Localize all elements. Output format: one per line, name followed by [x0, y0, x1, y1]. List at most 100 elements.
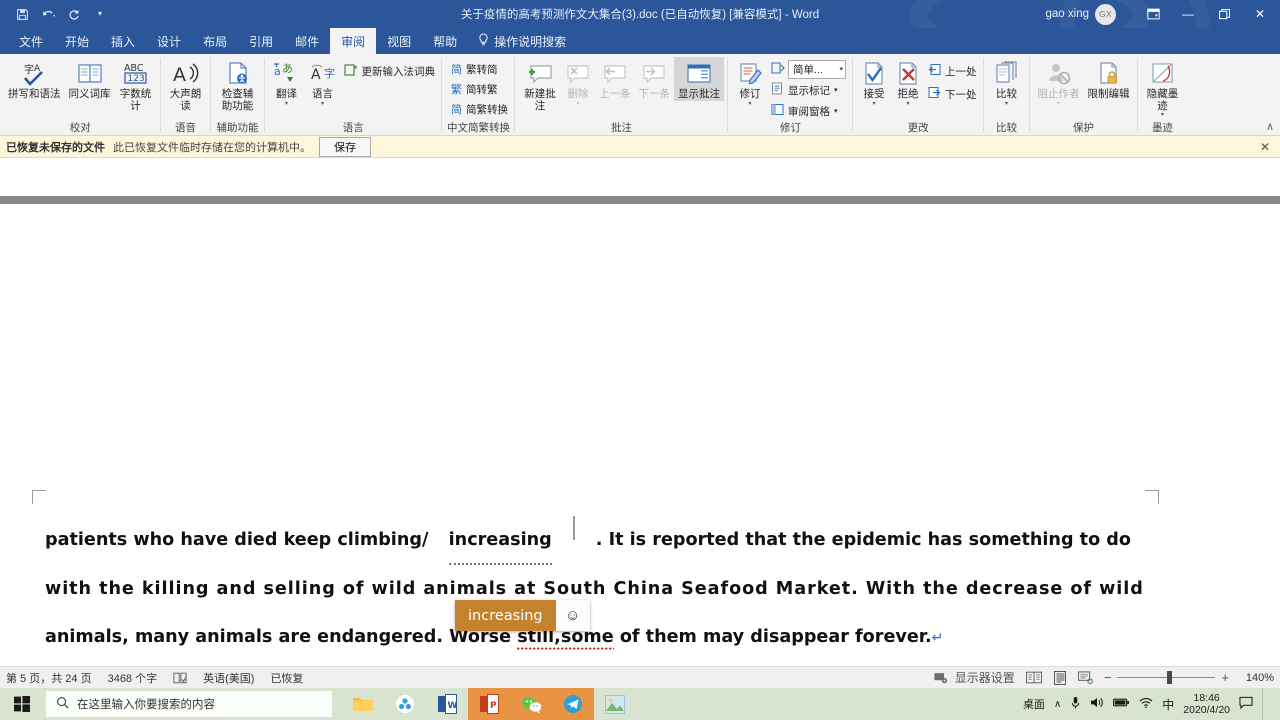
- tab-insert[interactable]: 插入: [100, 28, 146, 54]
- check-accessibility-button[interactable]: 检查辅助功能: [215, 57, 261, 112]
- save-button[interactable]: 保存: [319, 136, 371, 157]
- previous-comment-button[interactable]: 上一条: [595, 57, 635, 101]
- simp-to-trad-button[interactable]: 繁 简转繁: [448, 79, 501, 99]
- simp-trad-convert-button[interactable]: 简 简繁转换: [448, 99, 511, 119]
- new-comment-button[interactable]: 新建批注: [519, 57, 561, 112]
- block-authors-button[interactable]: 阻止作者 ▾: [1034, 57, 1084, 108]
- read-mode-icon[interactable]: [1025, 671, 1042, 684]
- language-button[interactable]: A字 语言 ▾: [305, 57, 341, 108]
- save-icon[interactable]: [10, 3, 34, 25]
- reviewing-pane-button[interactable]: 审阅窗格 ▾: [768, 101, 849, 121]
- account-name[interactable]: gao xing: [1046, 8, 1089, 20]
- hide-ink-button[interactable]: 隐藏墨迹 ▾: [1142, 57, 1184, 119]
- avatar[interactable]: GX: [1095, 3, 1116, 25]
- language-indicator[interactable]: 英语(美国): [203, 670, 254, 686]
- word-count-indicator[interactable]: 3468 个字: [108, 670, 158, 686]
- restrict-editing-button[interactable]: 限制编辑: [1084, 57, 1134, 101]
- print-layout-icon[interactable]: [1053, 670, 1067, 685]
- tab-file[interactable]: 文件: [8, 28, 54, 54]
- wifi-icon[interactable]: [1139, 697, 1153, 712]
- chevron-down-icon[interactable]: ▾: [839, 65, 843, 73]
- recovered-indicator[interactable]: 已恢复: [270, 670, 303, 686]
- wechat-icon[interactable]: [510, 688, 552, 720]
- accept-caret-icon[interactable]: ▾: [872, 101, 875, 108]
- web-layout-icon[interactable]: [1077, 671, 1093, 684]
- zoom-out-button[interactable]: −: [1104, 670, 1112, 685]
- powerpoint-icon[interactable]: P: [468, 688, 510, 720]
- proofing-errors-icon[interactable]: [173, 672, 187, 684]
- thesaurus-button[interactable]: 同义词库: [65, 57, 115, 101]
- read-aloud-button[interactable]: A 大声朗读: [165, 57, 207, 112]
- hide-ink-caret-icon[interactable]: ▾: [1161, 112, 1164, 119]
- translate-button[interactable]: aあ 翻译 ▾: [269, 57, 305, 108]
- redo-icon[interactable]: [62, 3, 86, 25]
- tab-home[interactable]: 开始: [54, 28, 100, 54]
- undo-icon[interactable]: [36, 3, 60, 25]
- zoom-level[interactable]: 140%: [1240, 672, 1274, 684]
- microphone-icon[interactable]: [1070, 696, 1081, 713]
- misspelled-word-increasing[interactable]: increasing: [448, 516, 552, 565]
- clock[interactable]: 18:46 2020/4/20: [1183, 692, 1230, 716]
- spelling-grammar-button[interactable]: 字A 拼写和语法: [4, 57, 65, 101]
- previous-change-button[interactable]: 上一处: [925, 61, 980, 81]
- suggestion-word[interactable]: increasing: [455, 600, 556, 631]
- compare-button[interactable]: 比较 ▾: [988, 57, 1026, 108]
- display-settings[interactable]: 显示器设置: [934, 669, 1015, 686]
- delete-comment-button[interactable]: 删除 ▾: [561, 57, 595, 108]
- close-button[interactable]: ✕: [1242, 0, 1278, 28]
- zoom-in-button[interactable]: +: [1221, 670, 1229, 685]
- minimize-button[interactable]: —: [1170, 0, 1206, 28]
- photos-icon[interactable]: [594, 688, 636, 720]
- tab-layout[interactable]: 布局: [192, 28, 238, 54]
- trad-to-simp-button[interactable]: 简 繁转简: [448, 59, 501, 79]
- page-indicator[interactable]: 第 5 页，共 24 页: [6, 670, 92, 686]
- document-text[interactable]: patients who have died keep climbing/inc…: [45, 516, 1143, 666]
- tab-help[interactable]: 帮助: [422, 28, 468, 54]
- tab-references[interactable]: 引用: [238, 28, 284, 54]
- word-icon[interactable]: W: [426, 688, 468, 720]
- track-changes-button[interactable]: 修订 ▾: [732, 57, 768, 108]
- zoom-slider[interactable]: − +: [1104, 670, 1229, 685]
- reject-change-button[interactable]: 拒绝 ▾: [891, 57, 925, 108]
- restore-button[interactable]: [1206, 0, 1242, 28]
- share-button[interactable]: 共享: [1233, 56, 1272, 72]
- telegram-icon[interactable]: [552, 688, 594, 720]
- tray-overflow-icon[interactable]: ∧: [1054, 699, 1061, 710]
- show-comments-button[interactable]: 显示批注: [674, 57, 724, 101]
- message-bar-close-icon[interactable]: ✕: [1260, 140, 1274, 154]
- tab-mailings[interactable]: 邮件: [284, 28, 330, 54]
- show-markup-caret-icon[interactable]: ▾: [834, 86, 838, 94]
- next-change-button[interactable]: 下一处: [925, 84, 980, 104]
- document-canvas[interactable]: patients who have died keep climbing/inc…: [0, 158, 1280, 666]
- next-comment-button[interactable]: 下一条: [635, 57, 675, 101]
- start-icon[interactable]: [0, 688, 44, 720]
- show-desktop-button[interactable]: [1262, 688, 1276, 720]
- delete-comment-caret-icon[interactable]: ▾: [576, 101, 579, 108]
- customize-qat-icon[interactable]: ▾: [88, 3, 112, 25]
- collapse-ribbon-button[interactable]: ∧: [1266, 120, 1274, 133]
- show-markup-button[interactable]: 显示标记 ▾: [768, 80, 849, 100]
- feedback-smiley-icon[interactable]: ☺: [555, 600, 590, 631]
- compare-caret-icon[interactable]: ▾: [1005, 101, 1008, 108]
- ribbon-display-options-icon[interactable]: [1136, 0, 1170, 28]
- translate-caret-icon[interactable]: ▾: [285, 101, 288, 108]
- notification-icon[interactable]: [1239, 696, 1253, 712]
- zoom-track[interactable]: [1117, 671, 1216, 684]
- battery-icon[interactable]: [1113, 697, 1130, 711]
- document-page[interactable]: patients who have died keep climbing/inc…: [0, 204, 1280, 666]
- tab-design[interactable]: 设计: [146, 28, 192, 54]
- word-count-button[interactable]: ABC 123 字数统计: [115, 57, 157, 112]
- track-changes-caret-icon[interactable]: ▾: [748, 101, 751, 108]
- zoom-thumb[interactable]: [1167, 671, 1173, 684]
- reject-caret-icon[interactable]: ▾: [906, 101, 909, 108]
- update-ime-dictionary-button[interactable]: 更新输入法词典: [341, 61, 439, 81]
- volume-icon[interactable]: [1090, 696, 1104, 712]
- markup-view-dropdown[interactable]: 简单... ▾: [768, 59, 849, 79]
- spelling-suggestion-tooltip[interactable]: increasing ☺: [455, 600, 590, 631]
- tab-view[interactable]: 视图: [376, 28, 422, 54]
- taskbar-search-box[interactable]: 在这里输入你要搜索的内容: [46, 691, 332, 717]
- desktop-peek-label[interactable]: 桌面: [1023, 696, 1045, 712]
- ime-indicator[interactable]: 中: [1162, 696, 1174, 713]
- language-caret-icon[interactable]: ▾: [321, 101, 324, 108]
- tell-me-search[interactable]: 操作说明搜索: [468, 28, 576, 54]
